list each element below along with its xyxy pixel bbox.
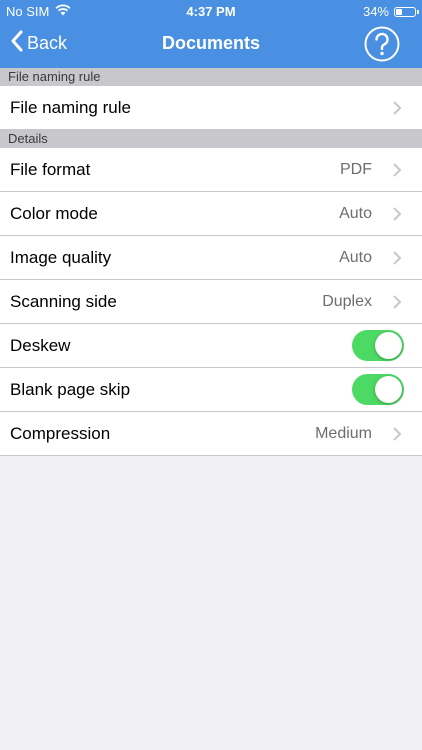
question-circle-icon [364,26,400,66]
chevron-right-icon [392,100,402,116]
row-label: Blank page skip [10,379,131,399]
row-file-naming-rule[interactable]: File naming rule [0,86,422,130]
row-scanning-side[interactable]: Scanning side Duplex [0,280,422,324]
help-button[interactable] [364,26,400,62]
chevron-right-icon [392,426,402,442]
deskew-toggle[interactable] [352,330,404,361]
chevron-right-icon [392,206,402,222]
row-blank-page-skip: Blank page skip [0,368,422,412]
row-label: File format [10,159,91,179]
toggle-knob [375,332,402,359]
row-label: Scanning side [10,291,117,311]
row-label: Deskew [10,335,71,355]
section-header-file-naming: File naming rule [0,68,422,86]
row-deskew: Deskew [0,324,422,368]
status-time: 4:37 PM [186,4,236,19]
row-color-mode[interactable]: Color mode Auto [0,192,422,236]
top-bar: No SIM 4:37 PM 34% Back Documents [0,0,422,68]
row-label: File naming rule [10,97,131,117]
blank-page-skip-toggle[interactable] [352,374,404,405]
row-image-quality[interactable]: Image quality Auto [0,236,422,280]
row-value: Auto [339,248,372,266]
battery-fill [396,8,402,15]
row-label: Compression [10,423,111,443]
row-label: Image quality [10,247,112,267]
row-value: PDF [340,160,372,178]
row-file-format[interactable]: File format PDF [0,148,422,192]
row-label: Color mode [10,203,98,223]
section-header-details: Details [0,130,422,148]
page-title: Documents [161,33,260,53]
chevron-right-icon [392,250,402,266]
status-bar: No SIM 4:37 PM 34% [0,0,422,22]
status-right: 34% [362,4,419,19]
chevron-right-icon [392,162,402,178]
chevron-right-icon [392,294,402,310]
settings-list: File naming rule File naming rule Detail… [0,68,422,456]
toggle-knob [375,376,402,403]
battery-percent: 34% [362,4,389,19]
row-value: Duplex [322,292,372,310]
row-value: Auto [339,204,372,222]
row-compression[interactable]: Compression Medium [0,412,422,456]
nav-bar: Back Documents [0,22,422,68]
battery-icon [394,6,419,17]
row-value: Medium [315,424,372,442]
